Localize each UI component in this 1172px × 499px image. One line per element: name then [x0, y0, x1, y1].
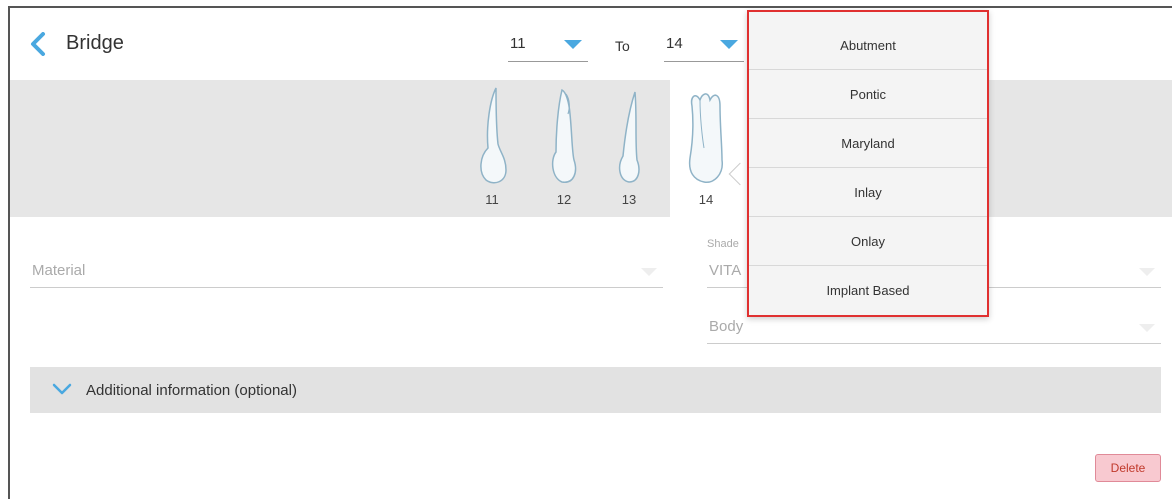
chevron-down-icon: [1139, 268, 1155, 276]
tooth-icon: [688, 93, 723, 183]
page-title: Bridge: [66, 32, 124, 54]
chevron-down-icon: [52, 383, 72, 395]
dropdown-item-onlay[interactable]: Onlay: [749, 218, 987, 266]
tooth-11[interactable]: 11: [472, 86, 512, 211]
tooth-number: 13: [621, 192, 637, 207]
material-select[interactable]: Material: [30, 250, 663, 288]
shade-value: VITA: [709, 262, 742, 279]
chevron-down-icon: [720, 40, 738, 49]
panel-header: Bridge 11 To 14: [10, 8, 1172, 80]
delete-button[interactable]: Delete: [1095, 454, 1161, 482]
chevron-down-icon: [564, 40, 582, 49]
tooth-14[interactable]: 14: [686, 86, 726, 211]
to-tooth-select[interactable]: 14: [664, 26, 744, 62]
dropdown-item-pontic[interactable]: Pontic: [749, 71, 987, 119]
restoration-panel: Bridge 11 To 14 11 12 13 14 Material Sha…: [8, 6, 1172, 499]
tooth-number: 14: [698, 192, 714, 207]
dropdown-item-abutment[interactable]: Abutment: [749, 22, 987, 70]
shade-label: Shade: [707, 238, 739, 250]
tooth-icon: [551, 88, 577, 183]
from-tooth-select[interactable]: 11: [508, 26, 588, 62]
dropdown-item-implant-based[interactable]: Implant Based: [749, 267, 987, 315]
tooth-13[interactable]: 13: [609, 86, 649, 211]
dropdown-item-inlay[interactable]: Inlay: [749, 169, 987, 217]
restoration-type-dropdown: Abutment Pontic Maryland Inlay Onlay Imp…: [747, 10, 989, 317]
tooth-number: 11: [485, 192, 499, 207]
additional-information-toggle[interactable]: Additional information (optional): [30, 367, 1161, 413]
tooth-12[interactable]: 12: [544, 86, 584, 211]
tooth-number: 12: [556, 192, 572, 207]
additional-information-label: Additional information (optional): [86, 382, 297, 399]
tooth-icon: [618, 91, 640, 183]
tooth-diagram-strip: 11 12 13 14: [10, 80, 1172, 217]
chevron-left-icon[interactable]: [28, 32, 48, 56]
tooth-icon: [480, 87, 507, 184]
dropdown-item-maryland[interactable]: Maryland: [749, 120, 987, 168]
range-to-label: To: [615, 38, 630, 54]
material-placeholder: Material: [32, 262, 86, 279]
to-tooth-value: 14: [666, 35, 683, 52]
chevron-down-icon: [641, 268, 657, 276]
body-placeholder: Body: [709, 318, 744, 335]
chevron-down-icon: [1139, 324, 1155, 332]
from-tooth-value: 11: [510, 35, 526, 52]
